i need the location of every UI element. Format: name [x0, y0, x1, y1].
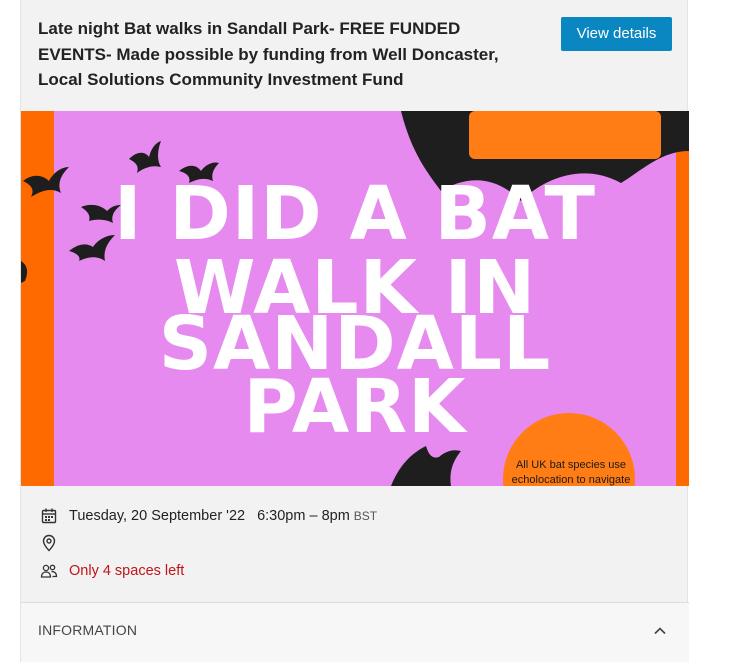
location-pin-icon [42, 534, 56, 552]
event-spaces-row: Only 4 spaces left [39, 561, 184, 581]
chevron-up-icon[interactable] [650, 621, 670, 641]
event-title: Late night Bat walks in Sandall Park- FR… [38, 19, 499, 89]
event-date: Tuesday, 20 September '22 [69, 508, 246, 524]
event-timezone: BST [353, 509, 378, 523]
spaces-left-label: Only 4 spaces left [69, 563, 185, 579]
orange-ribbon [469, 111, 661, 159]
people-icon [40, 564, 58, 578]
information-label: INFORMATION [38, 622, 138, 638]
event-location-row [39, 533, 69, 553]
banner-headline-line-1: I DID A BAT [114, 171, 596, 257]
information-section-header[interactable]: INFORMATION [21, 603, 689, 662]
event-time: 6:30pm – 8pm [257, 508, 350, 524]
calendar-icon [41, 508, 57, 524]
event-date-row: Tuesday, 20 September '22 6:30pm – 8pm B… [39, 506, 377, 526]
event-meta: Tuesday, 20 September '22 6:30pm – 8pm B… [21, 486, 689, 602]
banner-headline-line-4: PARK [243, 364, 467, 450]
event-banner-image: I DID A BAT WALK IN SANDALL PARK All UK … [21, 111, 689, 486]
view-details-button[interactable]: View details [561, 17, 672, 51]
event-card: Late night Bat walks in Sandall Park- FR… [20, 0, 689, 662]
banner-bubble-text: All UK bat species use echolocation to n… [511, 459, 631, 486]
event-header: Late night Bat walks in Sandall Park- FR… [21, 0, 689, 111]
